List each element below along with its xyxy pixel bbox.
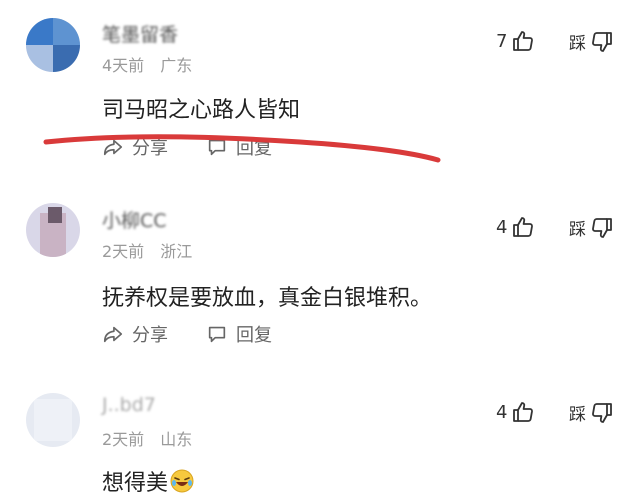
avatar[interactable] xyxy=(26,18,80,72)
comment-text: 抚养权是要放血，真金白银堆积。 xyxy=(102,286,433,311)
comment-actions: 分享 回复 xyxy=(102,321,310,347)
share-label: 分享 xyxy=(132,325,168,346)
like-count: 7 xyxy=(496,30,508,52)
thumbs-up-icon xyxy=(513,402,534,422)
avatar[interactable] xyxy=(26,393,80,447)
reply-button[interactable]: 回复 xyxy=(206,321,272,347)
thumbs-up-icon xyxy=(513,217,534,237)
comment-location: 山东 xyxy=(160,430,193,449)
comment-time: 2天前 xyxy=(102,430,145,449)
comment-time: 4天前 xyxy=(102,56,145,75)
reply-icon xyxy=(208,326,226,343)
comment-location: 浙江 xyxy=(160,242,193,261)
dislike-label: 踩 xyxy=(569,405,586,425)
dislike-label: 踩 xyxy=(569,34,586,54)
like-count: 4 xyxy=(496,401,508,423)
comment-meta: 2天前 浙江 xyxy=(102,238,192,262)
comment-time: 2天前 xyxy=(102,242,145,261)
thumbs-up-icon xyxy=(513,31,534,51)
thumbs-down-icon xyxy=(592,217,612,238)
laughing-tears-emoji-icon xyxy=(170,469,194,493)
username[interactable]: J..bd7 xyxy=(102,394,156,416)
dislike-button[interactable]: 踩 xyxy=(569,215,614,240)
comment-meta: 4天前 广东 xyxy=(102,52,192,76)
comment-text: 想得美 xyxy=(102,465,194,497)
like-count: 4 xyxy=(496,216,508,238)
dislike-label: 踩 xyxy=(569,220,586,240)
comment-item: 小柳CC 2天前 浙江 4 踩 抚养权是要放血，真金白银堆积。 分享 回复 xyxy=(0,185,640,365)
like-button[interactable]: 4 xyxy=(496,400,535,424)
username[interactable]: 小柳CC xyxy=(102,206,167,233)
like-button[interactable]: 7 xyxy=(496,29,535,53)
comment-location: 广东 xyxy=(160,56,193,75)
comment-meta: 2天前 山东 xyxy=(102,426,192,450)
dislike-button[interactable]: 踩 xyxy=(569,400,614,425)
comment-text-content: 想得美 xyxy=(102,471,169,496)
avatar[interactable] xyxy=(26,203,80,257)
dislike-button[interactable]: 踩 xyxy=(569,29,614,54)
share-button[interactable]: 分享 xyxy=(102,321,168,347)
username[interactable]: 笔墨留香 xyxy=(102,20,178,47)
thumbs-down-icon xyxy=(592,31,612,52)
comment-item: J..bd7 2天前 山东 4 踩 想得美 xyxy=(0,377,640,497)
thumbs-down-icon xyxy=(592,402,612,423)
like-button[interactable]: 4 xyxy=(496,215,535,239)
red-strike-annotation xyxy=(43,134,441,163)
share-icon xyxy=(103,326,123,343)
reply-label: 回复 xyxy=(236,325,272,346)
